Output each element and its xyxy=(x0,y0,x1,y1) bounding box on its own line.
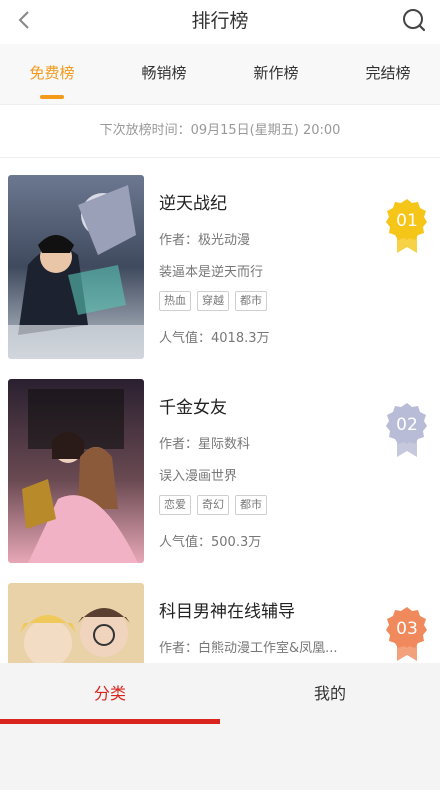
comic-author: 作者：星际数科 xyxy=(159,437,251,452)
next-ranking-notice: 下次放榜时间：09月15日(星期五) 20:00 xyxy=(0,104,440,158)
comic-cover-image[interactable] xyxy=(8,175,144,359)
tab-bestselling[interactable]: 畅销榜 xyxy=(124,44,204,104)
bottom-navigation: 分类 我的 xyxy=(0,663,440,790)
tab-new[interactable]: 新作榜 xyxy=(236,44,316,104)
header-bar: 排行榜 xyxy=(0,0,440,44)
comic-author: 作者：白熊动漫工作室&凤凰... xyxy=(159,641,338,656)
comic-title[interactable]: 逆天战纪 xyxy=(159,189,227,214)
rank-number: 03 xyxy=(396,619,418,639)
comic-title[interactable]: 科目男神在线辅导 xyxy=(159,597,295,622)
search-icon xyxy=(401,7,427,37)
rank-number: 02 xyxy=(396,415,418,435)
page-title: 排行榜 xyxy=(191,10,249,32)
genre-tag: 都市 xyxy=(235,291,267,311)
nav-mine[interactable]: 我的 xyxy=(220,663,440,725)
rank-badge: 01 xyxy=(384,197,430,257)
comic-title[interactable]: 千金女友 xyxy=(159,393,227,418)
active-nav-indicator xyxy=(0,719,220,724)
genre-tag: 热血 xyxy=(159,291,191,311)
tab-finished[interactable]: 完结榜 xyxy=(348,44,428,104)
list-item[interactable]: 逆天战纪 作者：极光动漫 装逼本是逆天而行 热血 穿越 都市 人气值：4018.… xyxy=(0,157,440,359)
genre-tag: 都市 xyxy=(235,495,267,515)
tag-list: 恋爱 奇幻 都市 xyxy=(159,495,267,515)
comic-description: 误入漫画世界 xyxy=(159,469,238,484)
genre-tag: 奇幻 xyxy=(197,495,229,515)
rank-number: 01 xyxy=(396,211,418,231)
search-button[interactable] xyxy=(400,8,428,36)
list-item[interactable]: 千金女友 作者：星际数科 误入漫画世界 恋爱 奇幻 都市 人气值：500.3万 … xyxy=(0,361,440,563)
popularity-value: 人气值：500.3万 xyxy=(159,535,262,550)
tag-list: 热血 穿越 都市 xyxy=(159,291,267,311)
rank-badge: 03 xyxy=(384,605,430,663)
nav-category[interactable]: 分类 xyxy=(0,663,220,725)
genre-tag: 恋爱 xyxy=(159,495,191,515)
comic-cover-image[interactable] xyxy=(8,583,144,663)
comic-author: 作者：极光动漫 xyxy=(159,233,251,248)
genre-tag: 穿越 xyxy=(197,291,229,311)
list-item[interactable]: 科目男神在线辅导 作者：白熊动漫工作室&凤凰... 03 xyxy=(0,565,440,663)
ranking-list: 逆天战纪 作者：极光动漫 装逼本是逆天而行 热血 穿越 都市 人气值：4018.… xyxy=(0,157,440,663)
comic-description: 装逼本是逆天而行 xyxy=(159,265,264,280)
rank-badge: 02 xyxy=(384,401,430,461)
popularity-value: 人气值：4018.3万 xyxy=(159,331,270,346)
active-tab-indicator xyxy=(40,95,64,99)
ranking-tabs: 免费榜 畅销榜 新作榜 完结榜 xyxy=(0,44,440,104)
comic-cover-image[interactable] xyxy=(8,379,144,563)
